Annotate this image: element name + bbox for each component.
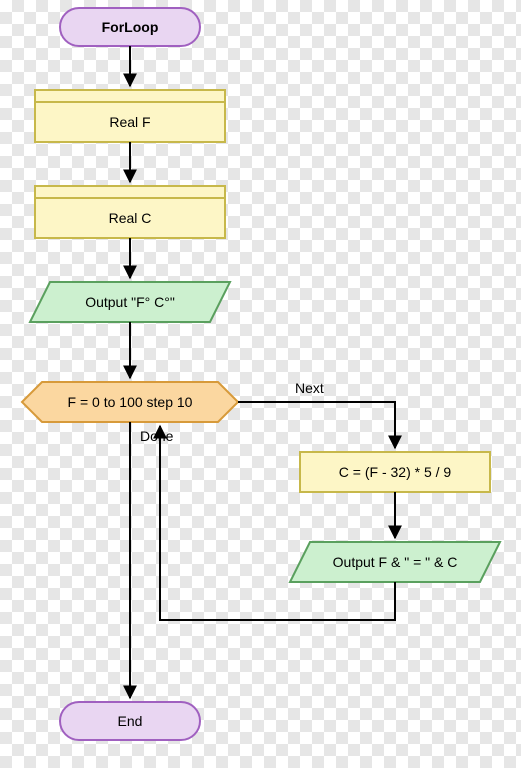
start-node: [60, 8, 200, 46]
loop-node: [22, 382, 238, 422]
output-row-node: [290, 542, 500, 582]
assign-node: [300, 452, 490, 492]
flowchart-canvas: [0, 0, 521, 768]
end-node: [60, 702, 200, 740]
output-header-node: [30, 282, 230, 322]
edge-done-label: Done: [140, 428, 173, 444]
declare-f-node: [35, 90, 225, 142]
declare-c-node: [35, 186, 225, 238]
edge-next-label: Next: [295, 380, 324, 396]
edge-loop-next: [238, 402, 395, 448]
